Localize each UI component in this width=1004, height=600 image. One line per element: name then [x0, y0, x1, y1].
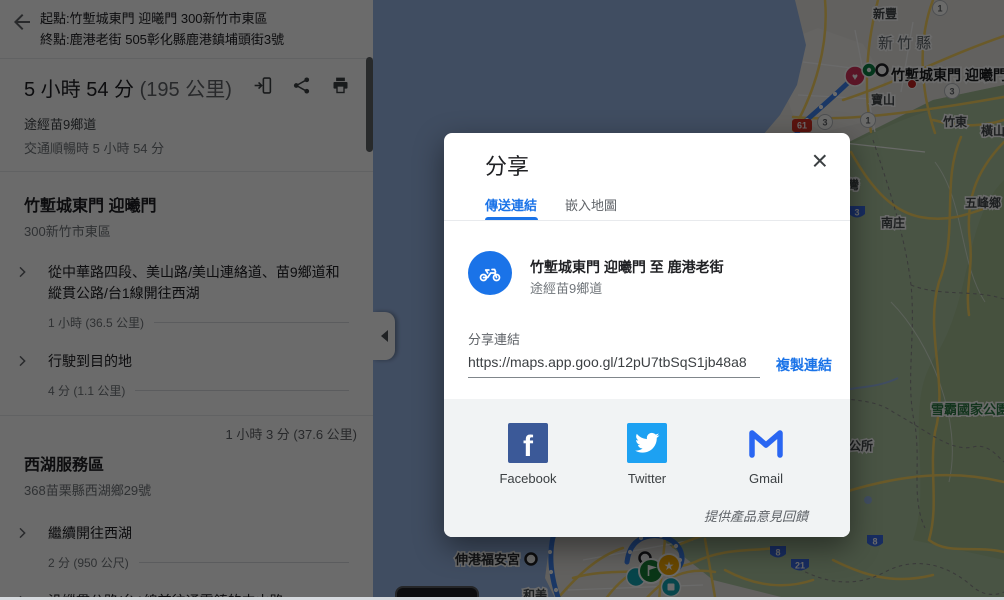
share-route-title: 竹塹城東門 迎曦門 至 鹿港老街 [530, 257, 724, 277]
tab-embed-map[interactable]: 嵌入地圖 [565, 195, 617, 214]
tab-send-link[interactable]: 傳送連結 [485, 195, 537, 214]
share-link-label: 分享連結 [468, 329, 520, 348]
motorcycle-icon [478, 261, 502, 285]
gmail-icon [746, 423, 786, 463]
share-target-label: Facebook [499, 471, 556, 486]
share-facebook-button[interactable]: f Facebook [496, 423, 560, 486]
facebook-icon: f [508, 423, 548, 463]
share-target-label: Gmail [749, 471, 783, 486]
twitter-icon [627, 423, 667, 463]
share-route-via: 途經苗9鄉道 [530, 278, 602, 297]
product-feedback-link[interactable]: 提供產品意見回饋 [704, 506, 808, 525]
share-dialog: 分享 × 傳送連結 嵌入地圖 竹塹城東門 迎曦門 至 鹿港老街 途經苗9鄉道 分… [444, 133, 850, 537]
share-target-label: Twitter [628, 471, 666, 486]
share-twitter-button[interactable]: Twitter [615, 423, 679, 486]
dialog-title: 分享 [485, 149, 529, 181]
share-gmail-button[interactable]: Gmail [734, 423, 798, 486]
google-maps-screen: 1 3 1 3 61 3 8 8 21 新豐 新竹縣 [0, 0, 1004, 600]
tabs-divider [444, 220, 850, 221]
share-link-input[interactable] [468, 354, 760, 378]
share-targets-footer: f Facebook Twitter Gmail 提供產品意見回饋 [444, 399, 850, 537]
copy-link-button[interactable]: 複製連結 [776, 355, 832, 375]
route-mode-avatar [468, 251, 512, 295]
close-icon[interactable]: × [812, 147, 828, 175]
